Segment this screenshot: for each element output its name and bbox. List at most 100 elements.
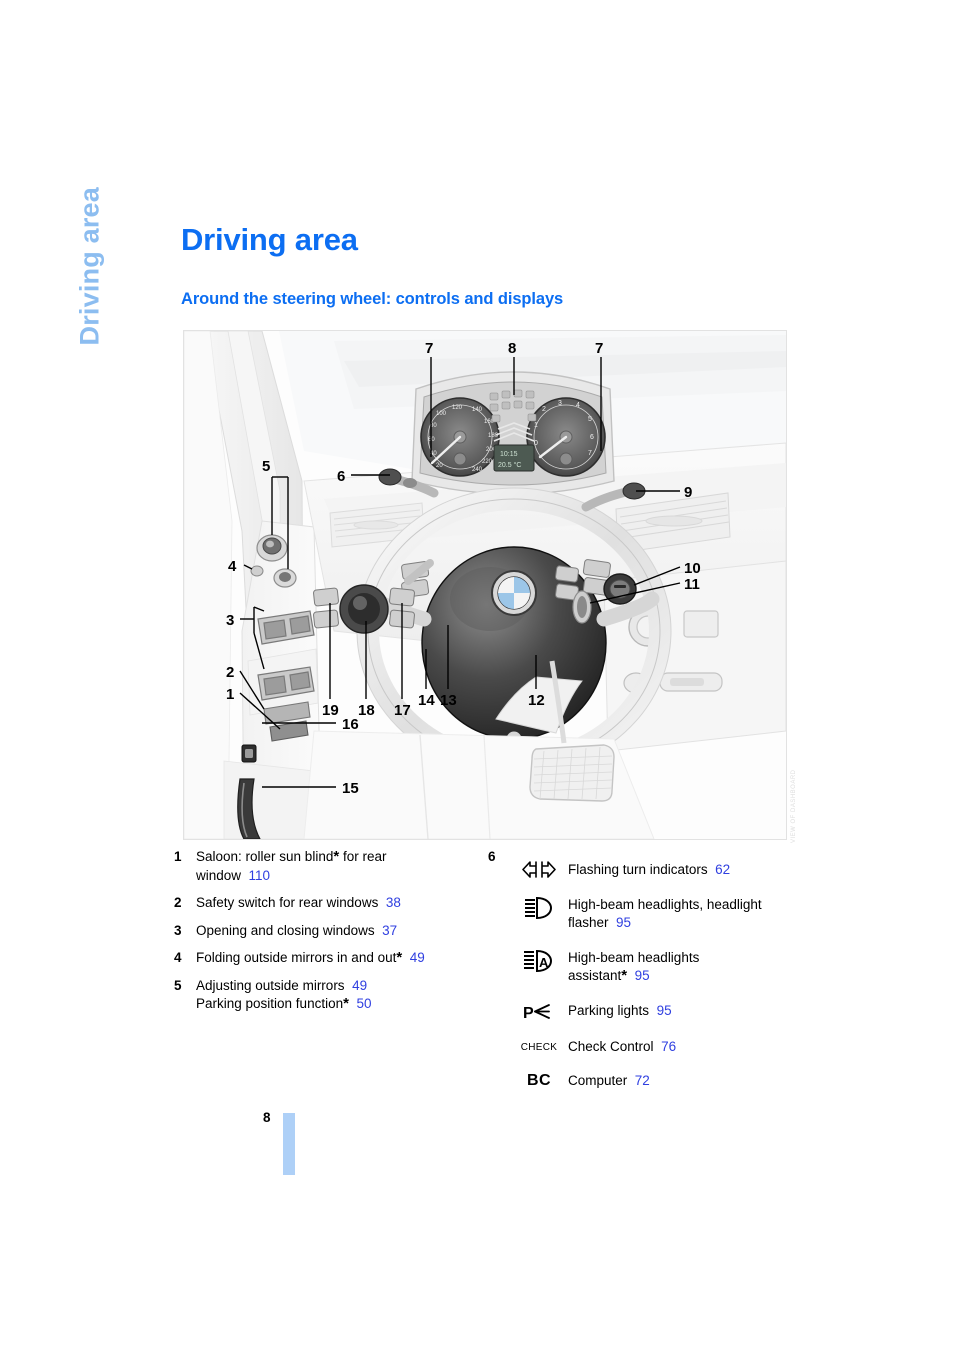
legend-item-6-number: 6 xyxy=(488,849,496,864)
legend-item-5-label: Adjusting outside mirrors xyxy=(196,977,345,993)
svg-text:10:15: 10:15 xyxy=(500,451,518,458)
check-control-icon: CHECK xyxy=(510,1037,568,1053)
legend-item-5-number: 5 xyxy=(174,977,182,993)
legend-item-1-label: Saloon: roller sun blind xyxy=(196,849,334,864)
svg-text:2: 2 xyxy=(542,406,546,413)
callout-16: 16 xyxy=(342,716,359,733)
turn-indicator-icon xyxy=(510,860,568,878)
legend-subitem-high-beam-text: High-beam headlights, headlight flasher … xyxy=(568,895,762,933)
page-number: 8 xyxy=(263,1110,271,1125)
high-beam-assistant-label2: assistant xyxy=(568,968,622,983)
legend-subitem-check-control-text: Check Control 76 xyxy=(568,1037,676,1057)
legend-item-2-page-ref[interactable]: 38 xyxy=(386,895,401,910)
svg-text:4: 4 xyxy=(576,402,580,409)
svg-text:100: 100 xyxy=(436,411,447,417)
callout-9: 9 xyxy=(684,484,692,501)
legend-subitem-high-beam-assistant-text: High-beam headlights assistant* 95 xyxy=(568,948,699,986)
svg-text:A: A xyxy=(539,955,549,970)
chapter-side-tab: Driving area xyxy=(0,0,170,420)
legend-item-3-page-ref[interactable]: 37 xyxy=(382,923,397,938)
legend-subitem-parking-lights-text: Parking lights 95 xyxy=(568,1001,672,1021)
legend-item-2-text: Safety switch for rear windows 38 xyxy=(196,894,401,913)
legend-item-4-asterisk: * xyxy=(396,949,403,966)
parking-lights-label: Parking lights xyxy=(568,1002,650,1018)
high-beam-icon xyxy=(510,895,568,920)
legend-item-2: 2 Safety switch for rear windows 38 xyxy=(174,894,474,913)
legend-subitem-high-beam: High-beam headlights, headlight flasher … xyxy=(510,895,808,933)
turn-indicators-page-ref[interactable]: 62 xyxy=(715,862,730,877)
legend-item-1-page-ref[interactable]: 110 xyxy=(249,868,271,883)
callout-13: 13 xyxy=(440,692,457,709)
legend-column-right: 6 Flashing turn indicators 62 High-beam … xyxy=(488,848,808,1106)
legend-item-3-number: 3 xyxy=(174,922,182,938)
legend-subitem-computer-text: Computer 72 xyxy=(568,1071,650,1091)
turn-indicators-label: Flashing turn indicators xyxy=(568,862,708,877)
computer-page-ref[interactable]: 72 xyxy=(635,1073,650,1088)
footer-accent-bar xyxy=(283,1113,295,1175)
svg-text:240: 240 xyxy=(472,467,483,473)
high-beam-assistant-asterisk: * xyxy=(621,967,628,984)
svg-text:6: 6 xyxy=(590,434,594,441)
parking-lights-icon: P xyxy=(510,1001,568,1022)
parking-lights-page-ref[interactable]: 95 xyxy=(657,1003,672,1018)
check-control-label: Check Control xyxy=(568,1038,654,1054)
callout-12: 12 xyxy=(528,692,545,709)
svg-text:3: 3 xyxy=(558,400,562,407)
high-beam-label2: flasher xyxy=(568,915,609,930)
legend-item-3-text: Opening and closing windows 37 xyxy=(196,922,397,941)
high-beam-label: High-beam headlights, headlight xyxy=(568,896,762,912)
callout-7-left: 7 xyxy=(425,340,433,357)
high-beam-page-ref[interactable]: 95 xyxy=(616,915,631,930)
computer-label: Computer xyxy=(568,1073,628,1088)
legend-item-2-number: 2 xyxy=(174,895,182,910)
callout-10: 10 xyxy=(684,560,701,577)
legend-item-5-page-ref[interactable]: 49 xyxy=(352,978,367,993)
cockpit-illustration: 100 120 140 160 80 180 60 200 40 220 20 240 23… xyxy=(183,330,787,840)
legend-item-4-page-ref[interactable]: 49 xyxy=(410,950,425,965)
legend-item-1-text: Saloon: roller sun blind* for rear windo… xyxy=(196,848,386,885)
legend-subitem-computer: BC Computer 72 xyxy=(510,1071,808,1091)
callout-3: 3 xyxy=(226,612,234,629)
callout-15: 15 xyxy=(342,780,359,797)
svg-text:P: P xyxy=(523,1005,534,1022)
svg-text:7: 7 xyxy=(588,450,592,457)
check-control-page-ref[interactable]: 76 xyxy=(661,1039,676,1054)
legend-subitem-parking-lights: P Parking lights 95 xyxy=(510,1001,808,1022)
legend-item-3-label: Opening and closing windows xyxy=(196,922,375,938)
legend-item-4-label: Folding outside mirrors in and out xyxy=(196,950,397,965)
callout-4: 4 xyxy=(228,558,237,575)
callout-2: 2 xyxy=(226,664,234,681)
high-beam-assistant-page-ref[interactable]: 95 xyxy=(635,968,650,983)
callout-14: 14 xyxy=(418,692,435,709)
callout-7-right: 7 xyxy=(595,340,603,357)
legend-column-left: 1 Saloon: roller sun blind* for rear win… xyxy=(174,848,474,1023)
legend-item-1-label2: window xyxy=(196,867,242,883)
callout-1: 1 xyxy=(226,686,234,703)
legend-subitem-check-control: CHECK Check Control 76 xyxy=(510,1037,808,1057)
legend-subitem-turn-indicators: Flashing turn indicators 62 xyxy=(510,860,808,880)
legend-subitem-high-beam-assistant: A High-beam headlights assistant* 95 xyxy=(510,948,808,986)
illustration-credit: VIEW OF DASHBOARD xyxy=(791,769,797,843)
legend-item-6-icon-list: Flashing turn indicators 62 High-beam he… xyxy=(510,848,808,1106)
legend-subitem-turn-indicators-text: Flashing turn indicators 62 xyxy=(568,860,730,880)
legend-item-5-text: Adjusting outside mirrors 49 Parking pos… xyxy=(196,977,371,1014)
legend-item-5-page-ref-2[interactable]: 50 xyxy=(356,996,371,1011)
computer-icon-text: BC xyxy=(526,1072,552,1089)
svg-text:1: 1 xyxy=(534,422,538,429)
svg-text:220: 220 xyxy=(482,459,493,465)
callout-19: 19 xyxy=(322,702,339,719)
page-title: Driving area xyxy=(181,222,358,257)
callout-8: 8 xyxy=(508,340,516,357)
legend-item-1: 1 Saloon: roller sun blind* for rear win… xyxy=(174,848,474,885)
legend-item-4-text: Folding outside mirrors in and out* 49 xyxy=(196,949,425,968)
legend-item-2-label: Safety switch for rear windows xyxy=(196,895,379,910)
high-beam-assistant-label: High-beam headlights xyxy=(568,949,700,965)
legend-item-5-label2: Parking position function xyxy=(196,996,344,1011)
legend-item-5-asterisk: * xyxy=(343,995,349,1012)
legend-item-3: 3 Opening and closing windows 37 xyxy=(174,922,474,941)
legend-item-5: 5 Adjusting outside mirrors 49 Parking p… xyxy=(174,977,474,1014)
legend-item-6: 6 Flashing turn indicators 62 High-beam … xyxy=(488,848,808,1106)
svg-text:140: 140 xyxy=(472,407,483,413)
chapter-side-tab-label: Driving area xyxy=(74,187,105,346)
section-title: Around the steering wheel: controls and … xyxy=(181,290,564,308)
